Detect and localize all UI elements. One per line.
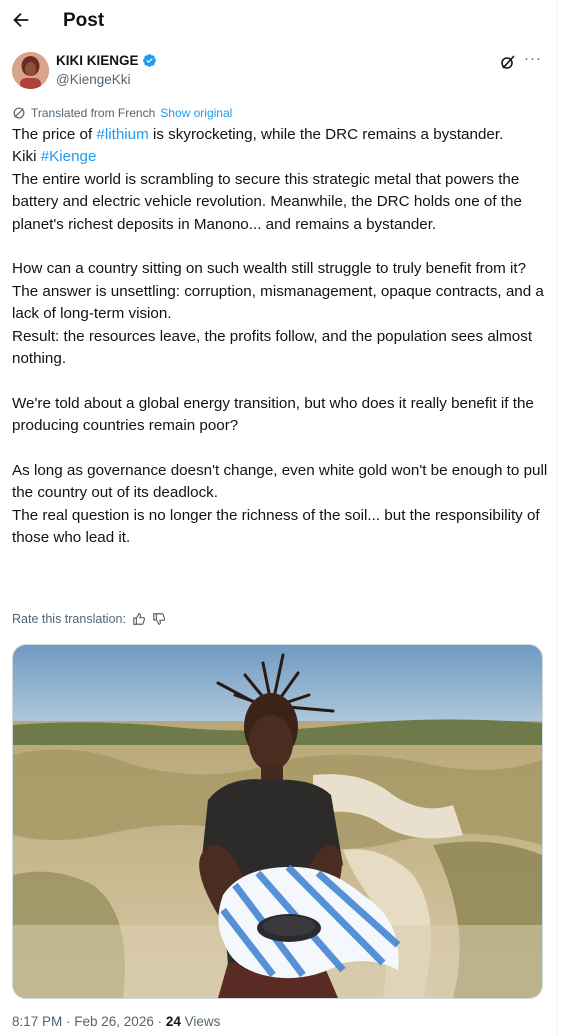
author-name-row[interactable]: KIKI KIENGE: [56, 53, 157, 68]
views-count: 24: [165, 1014, 181, 1029]
post-paragraph-4: Result: the resources leave, the profits…: [12, 327, 533, 368]
post-photo[interactable]: [12, 644, 543, 999]
post-text-segment: is skyrocketing, while the DRC remains a…: [148, 126, 504, 143]
hashtag-kienge[interactable]: #Kienge: [41, 148, 97, 165]
post-timestamp[interactable]: 8:17 PM · Feb 26, 2026 ·: [12, 1014, 166, 1029]
post-text-segment: Kiki: [12, 148, 41, 166]
post-line-1: The price of #lithium is skyrocketing, w…: [12, 124, 552, 146]
rate-translation: Rate this translation:: [12, 612, 166, 626]
thumbs-up-icon[interactable]: [132, 612, 146, 626]
more-dots-icon[interactable]: ···: [523, 51, 543, 72]
photo-woman-holding-lithium-ore: [13, 645, 542, 998]
post-column: Post KIKI KIENGE @KiengeKki ··· Translat…: [0, 0, 557, 1036]
page-title: Post: [63, 10, 105, 31]
post-paragraph-7: The real question is no longer the richn…: [12, 506, 540, 547]
rate-label: Rate this translation:: [12, 612, 126, 626]
post-paragraph-1: The entire world is scrambling to secure…: [12, 170, 522, 233]
show-original-link[interactable]: Show original: [160, 106, 232, 120]
post-paragraph-5: We're told about a global energy transit…: [12, 394, 534, 435]
translate-icon: [13, 107, 25, 119]
post-paragraph-2: How can a country sitting on such wealth…: [12, 260, 527, 278]
translation-row: Translated from French Show original: [12, 106, 232, 120]
verified-badge-icon: [142, 54, 156, 67]
top-bar: Post: [0, 0, 556, 44]
author-name[interactable]: KIKI KIENGE: [56, 53, 139, 68]
post-text-segment: The price of: [12, 126, 97, 143]
translated-label: Translated from French: [31, 106, 156, 120]
author-handle[interactable]: @KiengeKki: [56, 72, 131, 87]
views-label: Views: [180, 1014, 221, 1029]
post-paragraph-3: The answer is unsettling: corruption, mi…: [12, 282, 544, 323]
hashtag-lithium[interactable]: #lithium: [96, 126, 148, 143]
avatar[interactable]: [12, 52, 49, 89]
post-meta: 8:17 PM · Feb 26, 2026 · 24 Views: [12, 1014, 220, 1029]
thumbs-down-icon[interactable]: [152, 612, 166, 626]
grok-icon[interactable]: [500, 54, 516, 70]
arrow-left-icon[interactable]: [10, 9, 32, 31]
post-line-2: Kiki #Kienge: [12, 146, 552, 168]
post-paragraph-6: As long as governance doesn't change, ev…: [12, 462, 548, 502]
post-text: The price of #lithium is skyrocketing, w…: [12, 124, 552, 550]
